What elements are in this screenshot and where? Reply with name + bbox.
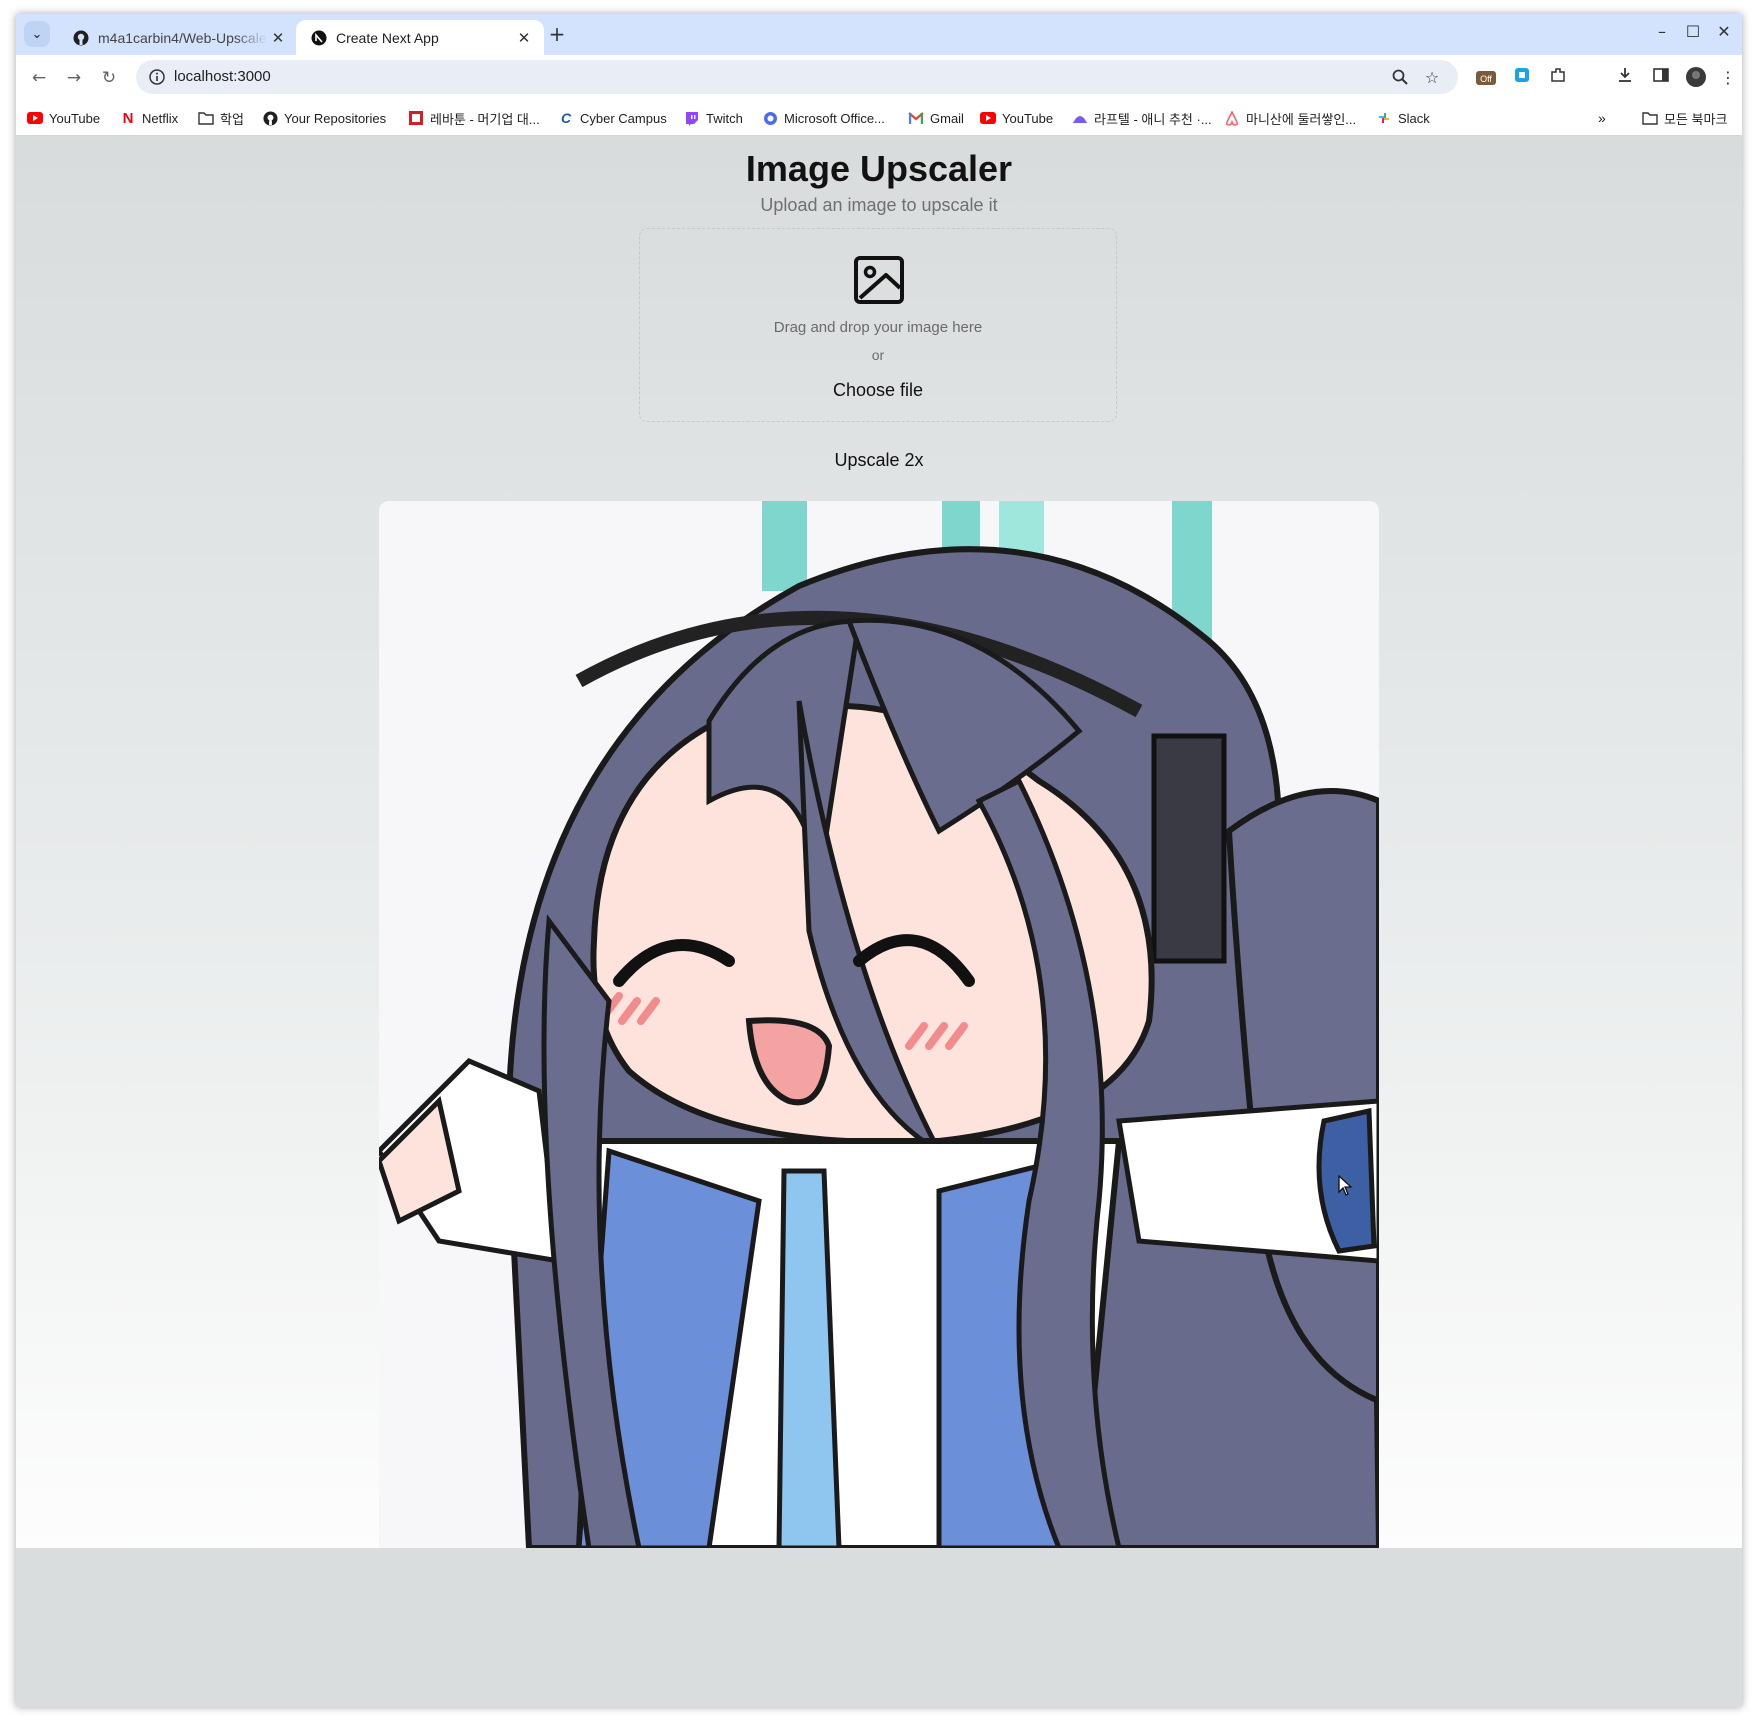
- address-bar[interactable]: localhost:3000 ☆: [136, 60, 1458, 94]
- page-subtitle: Upload an image to upscale it: [760, 195, 998, 215]
- bookmark-rebatoon[interactable]: 레바툰 - 머기업 대...: [408, 108, 540, 128]
- netflix-icon: N: [122, 109, 134, 127]
- youtube-icon: [27, 110, 43, 126]
- bookmark-slack[interactable]: Slack: [1376, 108, 1430, 128]
- bookmark-your-repositories[interactable]: Your Repositories: [262, 108, 386, 128]
- browser-window: ⌄ m4a1carbin4/Web-Upscaler ✕ Create Next…: [16, 14, 1742, 1707]
- bookmark-label: YouTube: [49, 110, 101, 126]
- youtube-icon: [980, 110, 996, 126]
- laftel-icon: [1072, 110, 1088, 126]
- bookmark-label: Slack: [1398, 110, 1430, 126]
- close-icon[interactable]: ✕: [268, 29, 288, 47]
- bookmarks-bar: YouTube N Netflix 학업 Your Repositories 레…: [16, 99, 1742, 136]
- bookmark-gmail[interactable]: Gmail: [908, 108, 964, 128]
- cybercampus-icon: C: [560, 110, 572, 126]
- more-bookmarks-chevron-icon[interactable]: »: [1598, 108, 1606, 128]
- bookmark-cyber-campus[interactable]: C Cyber Campus: [558, 108, 667, 128]
- mouse-cursor-icon: [1338, 1174, 1354, 1197]
- image-dropzone[interactable]: Drag and drop your image here or Choose …: [639, 228, 1117, 422]
- tab-search-button[interactable]: ⌄: [24, 21, 50, 47]
- bookmark-label: Your Repositories: [284, 110, 387, 126]
- office-icon: [762, 110, 778, 126]
- forward-icon[interactable]: →: [61, 65, 87, 91]
- close-window-icon[interactable]: ✕: [1712, 22, 1736, 41]
- extensions-puzzle-icon[interactable]: [1546, 66, 1570, 90]
- reload-icon[interactable]: ↻: [96, 65, 122, 91]
- dropzone-or: or: [871, 347, 885, 363]
- tab-title: Create Next App: [336, 29, 439, 46]
- rebatoon-icon: [408, 110, 424, 126]
- tab-strip: ⌄ m4a1carbin4/Web-Upscaler ✕ Create Next…: [16, 14, 1742, 55]
- choose-file-button[interactable]: Choose file: [640, 380, 1116, 401]
- dropzone-instructions: Drag and drop your image here: [773, 319, 983, 336]
- github-icon: [262, 110, 278, 126]
- back-icon[interactable]: ←: [26, 65, 52, 91]
- all-bookmarks-folder[interactable]: 모든 북마크: [1642, 108, 1727, 128]
- download-icon[interactable]: [1613, 66, 1637, 90]
- bookmark-label: Gmail: [930, 110, 964, 126]
- browser-toolbar: ← → ↻ localhost:3000 ☆ Off ⋮: [16, 55, 1742, 99]
- bookmark-label: YouTube: [1002, 110, 1054, 126]
- anime-girl-illustration: [379, 501, 1379, 1548]
- url-text[interactable]: localhost:3000: [174, 68, 271, 85]
- bookmark-folder-study[interactable]: 학업: [198, 108, 244, 128]
- bookmark-label: 모든 북마크: [1664, 111, 1728, 127]
- new-tab-button[interactable]: +: [546, 24, 568, 46]
- zoom-icon[interactable]: [1390, 68, 1410, 86]
- extension-blue-icon[interactable]: [1510, 66, 1534, 90]
- minimize-icon[interactable]: –: [1650, 22, 1674, 41]
- bookmark-airbnb[interactable]: 마니산에 둘러쌓인...: [1224, 108, 1356, 128]
- tab-github[interactable]: m4a1carbin4/Web-Upscaler ✕: [58, 20, 298, 55]
- folder-icon: [198, 110, 214, 126]
- chevron-down-icon: ⌄: [31, 26, 43, 42]
- nextjs-icon: [310, 29, 328, 47]
- profile-avatar-icon[interactable]: [1684, 66, 1708, 90]
- extension-off-icon[interactable]: Off: [1474, 66, 1498, 90]
- slack-icon: [1376, 110, 1392, 126]
- image-icon: [853, 255, 905, 305]
- bookmark-label: 마니산에 둘러쌓인...: [1246, 111, 1357, 127]
- bookmark-youtube[interactable]: YouTube: [27, 108, 100, 128]
- maximize-icon[interactable]: ☐: [1681, 22, 1705, 41]
- bookmark-label: Microsoft Office...: [784, 110, 885, 126]
- close-icon[interactable]: ✕: [514, 29, 534, 47]
- bookmark-label: 라프텔 - 애니 추천 ·...: [1094, 111, 1212, 127]
- bookmark-microsoft-office[interactable]: Microsoft Office...: [762, 108, 885, 128]
- bookmark-label: Twitch: [706, 110, 743, 126]
- github-icon: [72, 29, 90, 47]
- bookmark-label: 레바툰 - 머기업 대...: [430, 111, 540, 127]
- bookmark-label: 학업: [220, 111, 244, 127]
- page-title: Image Upscaler: [745, 148, 1013, 189]
- folder-icon: [1642, 110, 1658, 126]
- extension-badge: Off: [1480, 74, 1492, 84]
- tab-create-next-app[interactable]: Create Next App ✕: [296, 20, 544, 55]
- bookmark-label: Netflix: [142, 110, 179, 126]
- site-info-icon[interactable]: [148, 68, 166, 86]
- bookmark-star-icon[interactable]: ☆: [1422, 68, 1442, 87]
- bookmark-laftel[interactable]: 라프텔 - 애니 추천 ·...: [1072, 108, 1212, 128]
- tab-title: m4a1carbin4/Web-Upscaler: [98, 29, 268, 46]
- airbnb-icon: [1224, 110, 1240, 126]
- bookmark-twitch[interactable]: Twitch: [684, 108, 743, 128]
- bookmark-youtube-2[interactable]: YouTube: [980, 108, 1053, 128]
- twitch-icon: [684, 110, 700, 126]
- upscale-2x-button[interactable]: Upscale 2x: [16, 450, 1742, 471]
- gmail-icon: [908, 110, 924, 126]
- side-panel-icon[interactable]: [1649, 66, 1673, 90]
- image-preview: [379, 501, 1379, 1548]
- page-content: Image Upscaler Upload an image to upscal…: [16, 136, 1742, 1548]
- bookmark-netflix[interactable]: N Netflix: [120, 108, 179, 128]
- bookmark-label: Cyber Campus: [580, 110, 667, 126]
- menu-kebab-icon[interactable]: ⋮: [1716, 66, 1740, 90]
